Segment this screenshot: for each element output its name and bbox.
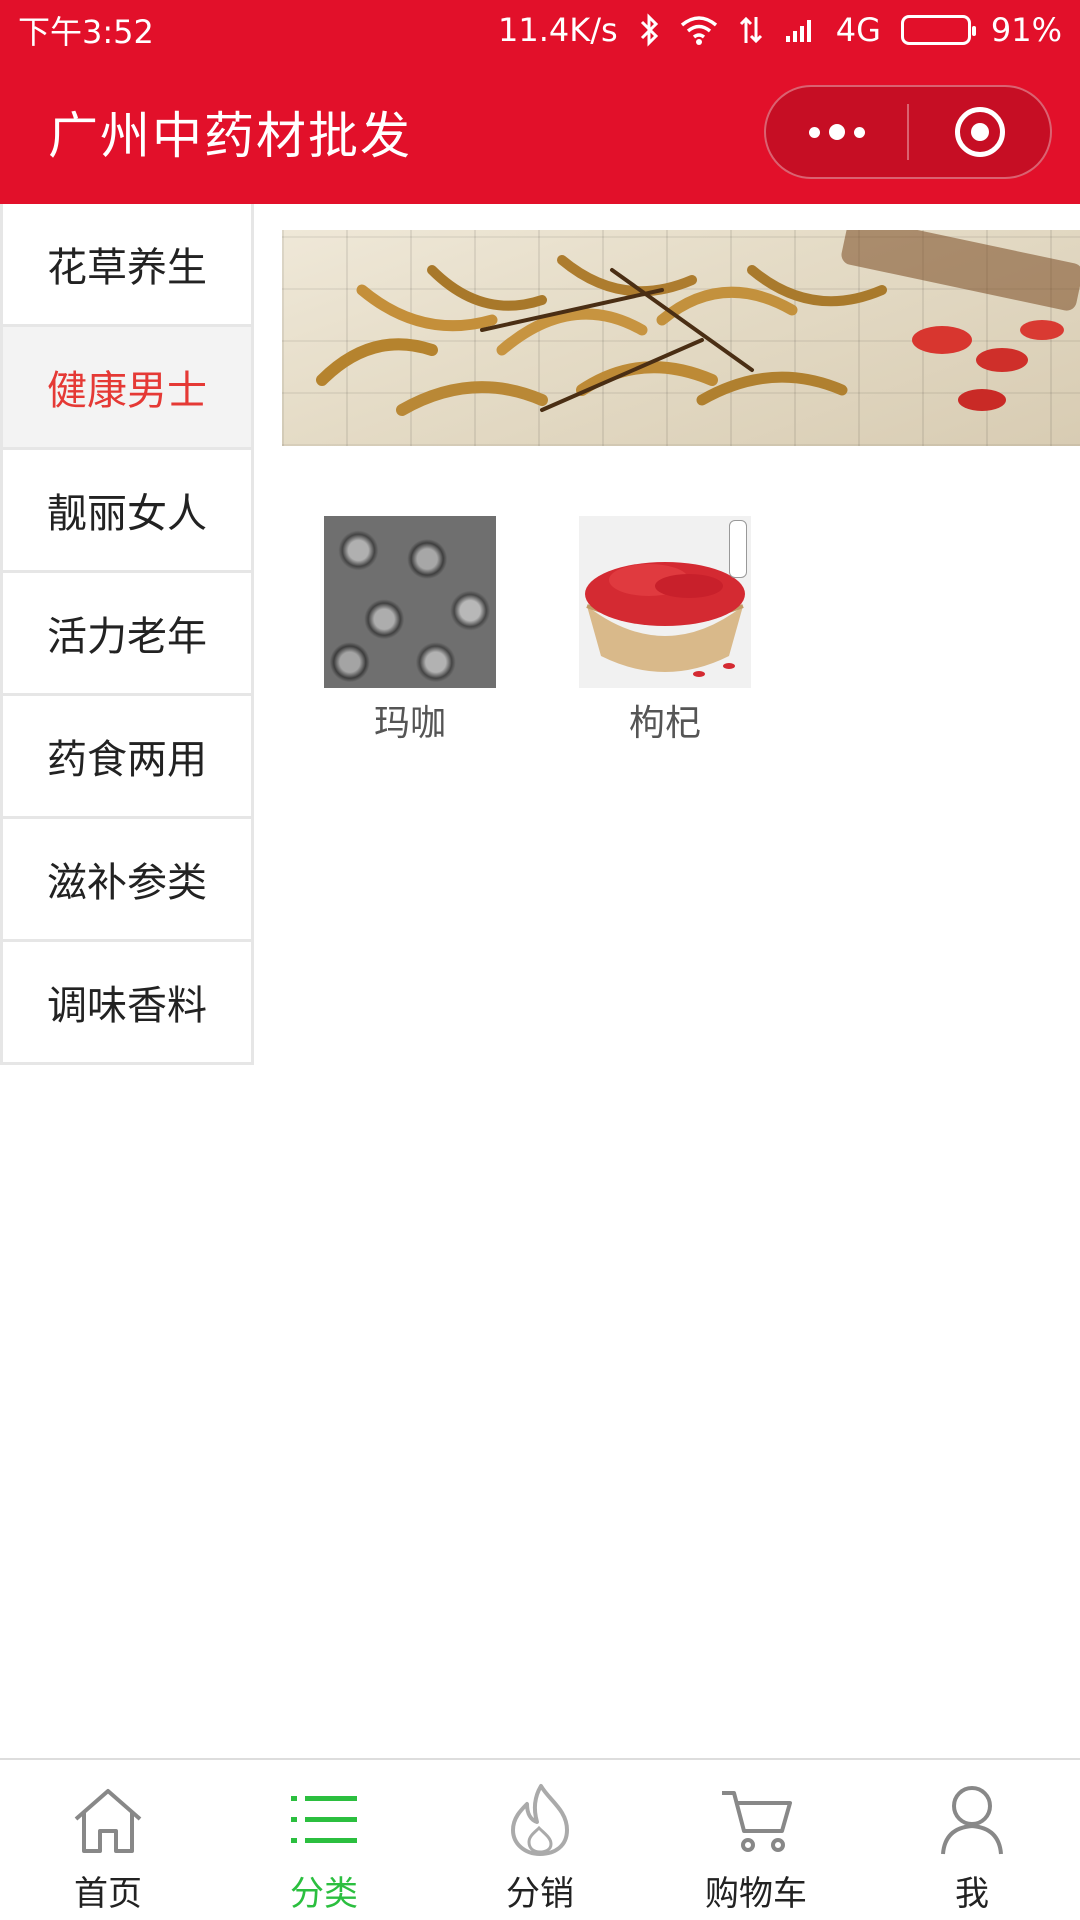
home-icon [68,1780,148,1860]
tab-cart[interactable]: 购物车 [648,1760,864,1920]
target-close-icon [954,107,1005,157]
net-speed: 11.4K/s [498,11,618,49]
product-card[interactable]: 玛咖 [324,516,496,746]
tab-category[interactable]: 分类 [216,1760,432,1920]
category-item[interactable]: 花草养生 [0,204,251,327]
category-sidebar: 花草养生 健康男士 靓丽女人 活力老年 药食两用 滋补参类 调味香料 [0,204,254,1065]
cellular-signal-icon [784,16,816,44]
more-dots-icon [808,124,865,140]
battery-percent: 91% [990,11,1062,49]
product-name[interactable]: 枸杞 [579,694,751,746]
tab-label: 我 [955,1874,989,1914]
price-tag-icon [729,520,747,578]
category-item[interactable]: 活力老年 [0,573,251,696]
product-card[interactable]: 枸杞 [579,516,751,746]
app-page: 下午3:52 11.4K/s 4G 91% 广州中药材批发 花草养生 健康男士 … [0,0,1080,1920]
maca-product-image[interactable] [324,516,496,688]
bottom-tab-bar: 首页 分类 分销 购物车 我 [0,1758,1080,1920]
category-list-icon [284,1780,364,1860]
bluetooth-icon [638,13,660,47]
tab-distribution[interactable]: 分销 [432,1760,648,1920]
tab-label: 分销 [506,1874,574,1914]
navigation-bar: 广州中药材批发 [0,60,1080,204]
status-indicators: 11.4K/s 4G 91% [498,11,1062,49]
tab-me[interactable]: 我 [864,1760,1080,1920]
product-name[interactable]: 玛咖 [324,694,496,746]
wifi-icon [680,15,718,45]
goji-product-image[interactable] [579,516,751,688]
category-item[interactable]: 滋补参类 [0,819,251,942]
tab-label: 首页 [74,1874,142,1914]
tab-label: 分类 [290,1874,358,1914]
flame-icon [500,1780,580,1860]
cart-icon [716,1780,796,1860]
close-button[interactable] [909,87,1050,177]
data-transfer-icon [738,15,764,45]
category-banner-image[interactable] [282,230,1080,446]
tab-label: 购物车 [705,1874,807,1914]
page-title: 广州中药材批发 [48,107,412,165]
miniprogram-capsule [764,85,1052,179]
status-bar: 下午3:52 11.4K/s 4G 91% [0,0,1080,60]
network-type: 4G [835,11,881,49]
category-item[interactable]: 调味香料 [0,942,251,1065]
user-icon [932,1780,1012,1860]
battery-icon [900,15,976,45]
category-item[interactable]: 药食两用 [0,696,251,819]
more-button[interactable] [766,87,907,177]
status-time: 下午3:52 [18,13,154,51]
tab-home[interactable]: 首页 [0,1760,216,1920]
category-item[interactable]: 靓丽女人 [0,450,251,573]
category-item-active[interactable]: 健康男士 [0,327,251,450]
